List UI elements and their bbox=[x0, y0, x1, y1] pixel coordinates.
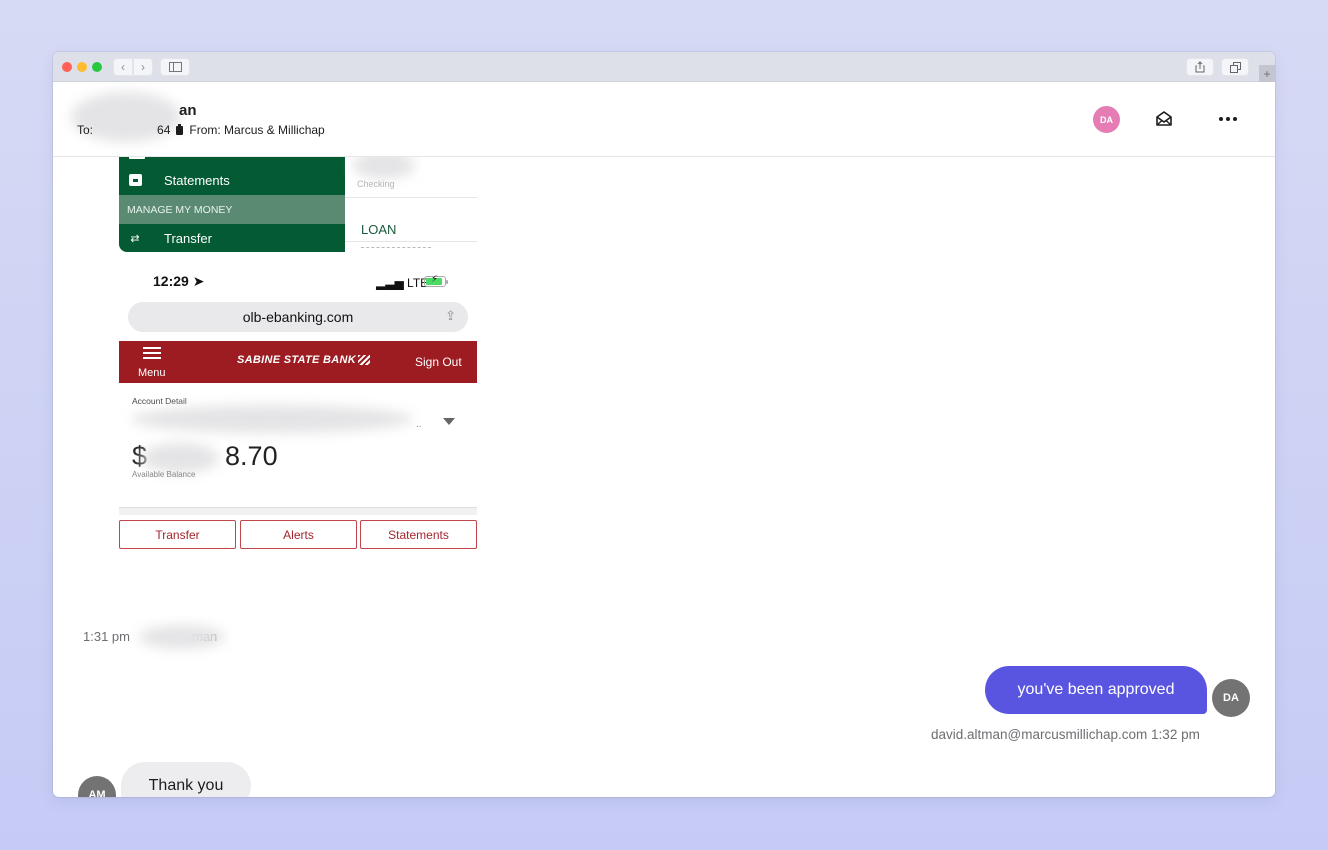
minimize-window-button[interactable] bbox=[77, 62, 87, 72]
message-time: 1:32 pm bbox=[1151, 727, 1200, 742]
signal-strength: ▂▃▅ LTE bbox=[376, 276, 429, 290]
back-button[interactable]: ‹ bbox=[113, 58, 133, 76]
contact-avatar: AM bbox=[78, 776, 116, 797]
menu-item-label: Statements bbox=[164, 172, 230, 188]
bank-alerts-button: Alerts bbox=[240, 520, 357, 549]
transfer-arrows-icon: ⇄ bbox=[130, 232, 140, 245]
to-number: 64 bbox=[157, 123, 171, 137]
clipboard-icon[interactable] bbox=[176, 123, 184, 135]
bank-logo: SABINE STATE BANK bbox=[237, 354, 370, 366]
menu-item-partial bbox=[129, 157, 145, 159]
account-type-faded: Checking bbox=[357, 179, 395, 189]
tab-overview-button[interactable] bbox=[1221, 58, 1249, 76]
hamburger-menu-icon bbox=[143, 347, 161, 359]
outgoing-message-bubble[interactable]: you've been approved bbox=[985, 666, 1207, 714]
menu-label: Menu bbox=[138, 367, 166, 379]
sidebar-toggle-button[interactable] bbox=[160, 58, 190, 76]
menu-item-statements: Statements bbox=[119, 169, 345, 191]
close-window-button[interactable] bbox=[62, 62, 72, 72]
redacted-account-blur bbox=[353, 157, 415, 179]
tabs-icon bbox=[1229, 61, 1241, 73]
more-options-icon[interactable] bbox=[1215, 108, 1241, 130]
message-meta: david.altman@marcusmillichap.com 1:32 pm bbox=[931, 727, 1200, 742]
dropdown-caret-icon bbox=[443, 418, 455, 425]
charging-bolt-icon: ⚡ bbox=[431, 274, 439, 285]
title-bar: ‹ › + bbox=[53, 52, 1275, 82]
sidebar-icon bbox=[168, 62, 182, 72]
zoom-window-button[interactable] bbox=[92, 62, 102, 72]
contact-name: an bbox=[73, 102, 197, 119]
account-detail-label: Account Detail bbox=[132, 396, 187, 406]
account-type-loan: LOAN bbox=[361, 222, 397, 237]
menu-item-transfer: ⇄ Transfer bbox=[119, 227, 345, 249]
share-button[interactable] bbox=[1186, 58, 1214, 76]
sender-email: david.altman@marcusmillichap.com bbox=[931, 727, 1148, 742]
sender-avatar: DA bbox=[1212, 679, 1250, 717]
chevron-right-icon: › bbox=[141, 60, 145, 74]
sign-out-link: Sign Out bbox=[415, 355, 462, 369]
ellipsis: .. bbox=[416, 419, 422, 430]
signal-bars-icon: ▂▃▅ bbox=[376, 276, 404, 290]
new-tab-button[interactable]: + bbox=[1259, 65, 1275, 82]
incoming-message-bubble[interactable]: Thank you bbox=[121, 762, 251, 797]
from-label: From: Marcus & Millichap bbox=[189, 123, 325, 137]
section-divider bbox=[119, 507, 477, 515]
to-label: To: bbox=[77, 123, 94, 137]
menu-section-header: MANAGE MY MONEY bbox=[119, 195, 345, 224]
redacted-account-select-blur bbox=[131, 405, 413, 433]
envelope-open-icon[interactable] bbox=[1155, 110, 1173, 128]
status-time: 12:29 ➤ bbox=[153, 273, 205, 289]
divider bbox=[345, 197, 477, 198]
share-icon bbox=[1195, 61, 1205, 73]
user-avatar[interactable]: DA bbox=[1093, 106, 1120, 133]
location-arrow-icon: ➤ bbox=[192, 273, 205, 289]
bank-statements-button: Statements bbox=[360, 520, 477, 549]
bank-logo-stripes-icon bbox=[357, 355, 370, 366]
message-thread: Statements MANAGE MY MONEY ⇄ Transfer Ch… bbox=[53, 157, 1275, 797]
conversation-header: an To: 64 From: Marcus & Millichap DA bbox=[53, 82, 1275, 157]
divider bbox=[345, 241, 477, 242]
phone-status-bar: 12:29 ➤ ▂▃▅ LTE ⚡ bbox=[119, 269, 477, 293]
available-balance-label: Available Balance bbox=[132, 470, 196, 479]
image-attachment[interactable]: Statements MANAGE MY MONEY ⇄ Transfer Ch… bbox=[119, 157, 477, 550]
contact-name-visible: an bbox=[179, 102, 197, 119]
message-time: 1:31 pm bbox=[83, 629, 130, 644]
account-list: Checking LOAN bbox=[345, 157, 477, 252]
redacted-sender-blur bbox=[139, 625, 225, 649]
messaging-window: ‹ › + an To: 64 From: Marcus & Millichap… bbox=[53, 52, 1275, 797]
account-number-partial bbox=[361, 247, 431, 248]
bank-side-menu: Statements MANAGE MY MONEY ⇄ Transfer bbox=[119, 157, 345, 252]
browser-url-bar: olb-ebanking.com ⇪ bbox=[128, 302, 468, 332]
menu-item-label: Transfer bbox=[164, 230, 212, 246]
forward-button[interactable]: › bbox=[133, 58, 153, 76]
bank-header-bar: Menu SABINE STATE BANK Sign Out bbox=[119, 341, 477, 383]
share-icon: ⇪ bbox=[445, 308, 456, 323]
url-text: olb-ebanking.com bbox=[242, 309, 354, 325]
bank-transfer-button: Transfer bbox=[119, 520, 236, 549]
recipient-info: To: 64 From: Marcus & Millichap bbox=[77, 123, 325, 137]
chevron-left-icon: ‹ bbox=[121, 60, 125, 74]
statements-icon bbox=[128, 174, 142, 186]
redacted-balance-blur bbox=[141, 443, 219, 473]
